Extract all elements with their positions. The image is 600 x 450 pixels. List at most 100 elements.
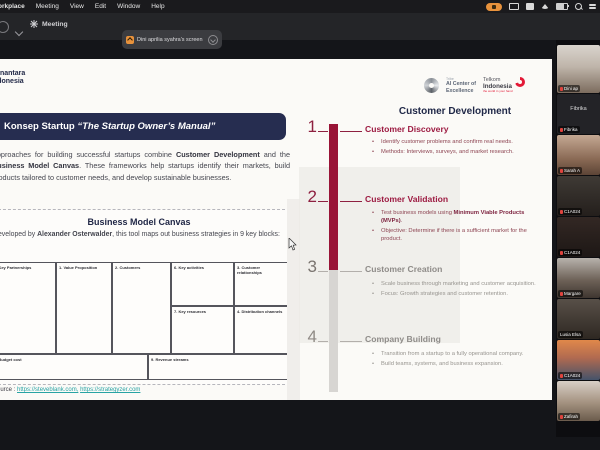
- participant-tile[interactable]: Dini ap: [557, 45, 600, 93]
- bmc-table-bottom-row: 8. Budget cost 9. Revenue streams: [0, 354, 288, 380]
- bmc-cell-distribution-channels: 4. Distribution channels: [234, 306, 288, 354]
- menu-meeting[interactable]: Meeting: [36, 3, 59, 10]
- participant-name: C1A024: [564, 250, 580, 255]
- bmc-cell-key-partnerships: 5. Key Partnerships: [0, 262, 56, 354]
- participant-name: Margare: [564, 291, 581, 296]
- participant-tile[interactable]: Margare: [557, 258, 600, 298]
- bmc-desc-seg1: Developed by: [0, 231, 37, 238]
- participant-name: C1A024: [564, 209, 580, 214]
- telkom-logo: Telkom Indonesia the world in your hand: [483, 77, 525, 94]
- muted-mic-icon: [560, 128, 563, 132]
- intro-seg2: Customer Development: [176, 150, 260, 159]
- step2-bullet1: Test business models using Minimum Viabl…: [381, 209, 540, 225]
- source-link-steveblank[interactable]: https://steveblank.com,: [17, 387, 78, 393]
- participant-name: C1A024: [564, 373, 580, 378]
- muted-mic-icon: [560, 169, 563, 173]
- control-center-icon[interactable]: [589, 4, 596, 9]
- bmc-desc-seg3: , this tool maps out business strategies…: [112, 231, 280, 238]
- header-logos: Tribe AI Center of Excellence Telkom Ind…: [424, 77, 525, 94]
- timeline-bar-gray: [329, 270, 338, 392]
- status-icons: [486, 0, 596, 13]
- step3-bullet1: Scale business through marketing and cus…: [381, 280, 536, 288]
- bmc-cell-revenue-streams: 9. Revenue streams: [148, 354, 288, 380]
- participant-name: Dini ap: [564, 86, 578, 91]
- keyboard-brightness-icon[interactable]: [526, 3, 534, 10]
- bmc-cell-customer-relationships: 3. Customer relationships: [234, 262, 288, 306]
- menu-view[interactable]: View: [70, 3, 84, 10]
- intro-seg4: Business Model Canvas: [0, 161, 79, 170]
- screen-mirroring-icon[interactable]: [509, 3, 519, 10]
- participant-name: Sarah A: [564, 168, 580, 173]
- participant-tile[interactable]: Sarah A: [557, 135, 600, 175]
- step-title-1: Customer Discovery: [365, 124, 545, 134]
- step4-bullet2: Build teams, systems, and business expan…: [381, 360, 503, 368]
- tab-meeting[interactable]: Meeting: [30, 20, 68, 28]
- bmc-cell-budget-cost: 8. Budget cost: [0, 354, 148, 380]
- tick-right-2: [340, 201, 362, 202]
- wifi-icon[interactable]: [541, 4, 549, 9]
- slide-title-text: Konsep Startup: [4, 121, 77, 132]
- step-number-4: 4: [299, 327, 317, 347]
- zoom-tab-bar: Meeting Dini aprilia syahra's screen: [0, 13, 600, 40]
- step1-bullet1: Identify customer problems and confirm r…: [381, 138, 513, 146]
- bmc-cell-key-activities: 6. Key activities: [171, 262, 234, 306]
- step-bullets-1: •Identify customer problems and confirm …: [372, 138, 540, 158]
- menu-window[interactable]: Window: [117, 3, 140, 10]
- tick-left-3: [318, 271, 328, 272]
- org-logo-line1: Danantara: [0, 70, 25, 78]
- intro-seg3: and the: [260, 150, 290, 159]
- intro-seg1: Approaches for building successful start…: [0, 150, 176, 159]
- menu-help[interactable]: Help: [151, 3, 164, 10]
- tab-meeting-label: Meeting: [42, 21, 68, 28]
- bmc-desc-seg2: Alexander Osterwalder: [37, 231, 112, 238]
- slide-title-banner: Konsep Startup “The Startup Owner’s Manu…: [0, 113, 286, 140]
- participant-tile[interactable]: C1A024: [557, 217, 600, 257]
- participant-name: Zafirah: [564, 414, 578, 419]
- spotlight-search-icon[interactable]: [575, 3, 582, 10]
- org-logo: Danantara Indonesia: [0, 70, 25, 86]
- step-bullets-2: •Test business models using Minimum Viab…: [372, 209, 540, 245]
- muted-mic-icon: [560, 292, 563, 296]
- source-link-strategyzer[interactable]: https://strategyzer.com: [80, 387, 140, 393]
- aicoe-logo-text: Tribe AI Center of Excellence: [446, 77, 476, 94]
- app-menus: Workplace Meeting View Edit Window Help: [0, 3, 165, 10]
- tick-right-3: [340, 271, 362, 272]
- tab-shared-screen[interactable]: Dini aprilia syahra's screen: [122, 30, 222, 49]
- participant-tile[interactable]: C1A024: [557, 340, 600, 380]
- tick-left-1: [318, 131, 328, 132]
- menu-workplace[interactable]: Workplace: [0, 3, 25, 10]
- aicoe-line2: Excellence: [446, 88, 476, 94]
- step-number-2: 2: [299, 187, 317, 207]
- participant-name: Lusia Elsa: [560, 332, 581, 337]
- muted-mic-icon: [560, 415, 563, 419]
- menu-edit[interactable]: Edit: [95, 3, 106, 10]
- intro-paragraph: Approaches for building successful start…: [0, 149, 290, 183]
- customer-development-heading: Customer Development: [360, 106, 550, 117]
- home-circle-icon[interactable]: [0, 21, 9, 33]
- step-number-1: 1: [299, 117, 317, 137]
- tab-options-chevron-icon[interactable]: [208, 35, 218, 45]
- recording-indicator-pill[interactable]: [486, 3, 502, 11]
- screen-share-icon: [126, 36, 134, 44]
- muted-mic-icon: [560, 210, 563, 214]
- tick-left-4: [318, 341, 328, 342]
- tick-right-4: [340, 341, 362, 342]
- participant-center-name: Fibrika: [557, 106, 600, 112]
- bmc-cell-customers: 2. Customers: [112, 262, 171, 354]
- source-label: Source :: [0, 387, 17, 393]
- participant-tile[interactable]: Fibrika Fibrika: [557, 94, 600, 134]
- step4-bullet1: Transition from a startup to a fully ope…: [381, 350, 523, 358]
- participant-tile[interactable]: C1A024: [557, 176, 600, 216]
- aicoe-line1: AI Center of: [446, 81, 476, 87]
- step-bullets-3: •Scale business through marketing and cu…: [372, 280, 540, 300]
- participant-tile[interactable]: Zafirah: [557, 381, 600, 421]
- chevron-down-icon[interactable]: [15, 28, 23, 36]
- mouse-cursor: [288, 238, 297, 251]
- tick-left-2: [318, 201, 328, 202]
- muted-mic-icon: [560, 87, 563, 91]
- participant-tile[interactable]: Lusia Elsa: [557, 299, 600, 339]
- source-line: Source : https://steveblank.com, https:/…: [0, 387, 140, 393]
- tick-right-1: [340, 131, 362, 132]
- aicoe-swirl-logo-icon: [424, 78, 439, 93]
- battery-icon[interactable]: [556, 3, 568, 10]
